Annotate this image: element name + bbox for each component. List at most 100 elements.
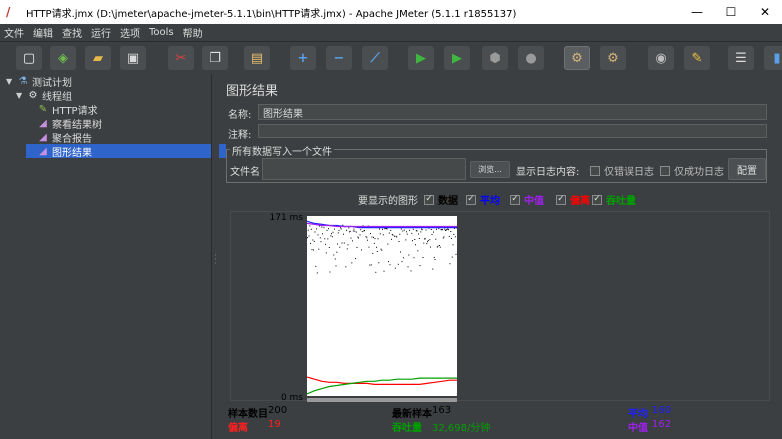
templates-button[interactable]: ◈ [50, 46, 76, 70]
checkmark-icon[interactable]: ✓ [424, 194, 434, 205]
show-median-label: 中值 [524, 196, 544, 207]
help-button[interactable]: ▮ [764, 46, 782, 70]
data-point [357, 236, 359, 238]
errors-only-box[interactable] [590, 165, 600, 176]
chart-icon: ◢ [39, 145, 47, 157]
filename-input[interactable] [262, 158, 466, 180]
data-point [420, 231, 422, 233]
maximize-button[interactable]: ☐ [714, 0, 748, 24]
close-button[interactable]: ✕ [748, 0, 782, 24]
data-point [321, 226, 323, 228]
y-max-label: 171 ms [270, 213, 304, 223]
menu-search[interactable]: 查找 [62, 25, 82, 40]
data-point [429, 239, 431, 241]
tree-node[interactable]: ✎ HTTP请求 [26, 102, 98, 117]
data-point [340, 228, 342, 230]
expand-arrow-icon[interactable]: ▼ [6, 77, 16, 86]
tree-node[interactable]: ◢ 图形结果 [26, 144, 226, 159]
success-only-box[interactable] [660, 165, 670, 176]
graph-scrollbar[interactable] [307, 398, 457, 402]
data-point [433, 231, 434, 233]
start-no-pauses-button[interactable]: ▶ [444, 46, 470, 70]
tree-node[interactable]: ▼ ⚗ 测试计划 [6, 74, 72, 89]
configure-button[interactable]: 配置 [728, 158, 766, 180]
browse-button[interactable]: 浏览... [470, 161, 510, 178]
tree-node-label: 线程组 [42, 91, 72, 103]
tree-node[interactable]: ▼ ⚙ 线程组 [16, 88, 72, 103]
collapse-button[interactable]: − [326, 46, 352, 70]
minimize-button[interactable]: — [680, 0, 714, 24]
tree-node[interactable]: ◢ 聚合报告 [26, 130, 92, 145]
data-point [367, 239, 368, 241]
checkmark-icon[interactable]: ✓ [510, 194, 520, 205]
data-point [432, 268, 434, 270]
clear-all-button[interactable]: ⚙ [600, 46, 626, 70]
data-point [397, 263, 399, 265]
shutdown-button[interactable]: ● [518, 46, 544, 70]
menu-help[interactable]: 帮助 [183, 25, 203, 40]
name-input[interactable] [258, 104, 767, 120]
menu-bar: 文件 编辑 查找 运行 选项 Tools 帮助 [0, 24, 782, 40]
new-button[interactable]: ▢ [16, 46, 42, 70]
clear-button[interactable]: ⚙ [564, 46, 590, 70]
cut-button[interactable]: ✂ [168, 46, 194, 70]
tree-node[interactable]: ◢ 察看结果树 [26, 116, 102, 131]
checkmark-icon[interactable]: ✓ [466, 194, 476, 205]
copy-button[interactable]: ❐ [202, 46, 228, 70]
menu-options[interactable]: 选项 [120, 25, 140, 40]
menu-run[interactable]: 运行 [91, 25, 111, 40]
data-point [379, 228, 380, 230]
show-median-checkbox[interactable]: ✓ 中值 [510, 192, 544, 207]
data-point [402, 230, 404, 232]
data-point [351, 262, 353, 264]
menu-tools[interactable]: Tools [149, 27, 174, 38]
graph-results-panel: 图形结果 名称: 注释: 所有数据写入一个文件 文件名 浏览... 显示日志内容… [220, 74, 780, 439]
errors-only-checkbox[interactable]: 仅错误日志 [590, 163, 654, 178]
success-only-checkbox[interactable]: 仅成功日志 [660, 163, 724, 178]
split-pane-divider[interactable]: · · · [211, 74, 219, 439]
search-button[interactable]: ◉ [648, 46, 674, 70]
checkmark-icon[interactable]: ✓ [556, 194, 566, 205]
data-point [403, 229, 405, 231]
window-title: HTTP请求.jmx (D:\jmeter\apache-jmeter-5.1.… [26, 8, 517, 20]
data-point [451, 256, 453, 258]
data-point [337, 232, 339, 234]
data-point [407, 266, 409, 268]
plot-background [307, 216, 457, 396]
data-point [346, 248, 348, 250]
stop-button[interactable]: ⬢ [482, 46, 508, 70]
data-point [372, 252, 374, 254]
name-label: 名称: [228, 110, 252, 121]
data-point [382, 228, 383, 230]
show-data-checkbox[interactable]: ✓ 数据 [424, 192, 458, 207]
show-deviation-checkbox[interactable]: ✓ 偏离 [556, 192, 590, 207]
menu-edit[interactable]: 编辑 [33, 25, 53, 40]
data-point [414, 239, 416, 240]
data-point [419, 265, 421, 267]
data-point [382, 234, 384, 236]
checkmark-icon[interactable]: ✓ [592, 194, 602, 205]
reset-search-button[interactable]: ✎ [684, 46, 710, 70]
comment-input[interactable] [258, 124, 767, 138]
data-point [371, 236, 373, 238]
show-average-checkbox[interactable]: ✓ 平均 [466, 192, 500, 207]
success-only-label: 仅成功日志 [674, 167, 724, 178]
data-point [316, 228, 317, 230]
open-button[interactable]: ▰ [85, 46, 111, 70]
start-button[interactable]: ▶ [408, 46, 434, 70]
data-point [412, 228, 414, 230]
graph-area: 171 ms 0 ms [230, 211, 770, 402]
toggle-button[interactable]: ⟋ [362, 46, 388, 70]
paste-button[interactable]: ▤ [244, 46, 270, 70]
menu-file[interactable]: 文件 [4, 25, 24, 40]
title-bar: / HTTP请求.jmx (D:\jmeter\apache-jmeter-5.… [0, 0, 782, 24]
data-point [326, 229, 328, 231]
data-point [334, 258, 336, 260]
data-point [376, 246, 377, 248]
data-point [328, 247, 330, 248]
function-helper-button[interactable]: ☰ [728, 46, 754, 70]
expand-button[interactable]: + [290, 46, 316, 70]
show-throughput-checkbox[interactable]: ✓ 吞吐量 [592, 192, 636, 207]
expand-arrow-icon[interactable]: ▼ [16, 91, 26, 100]
save-button[interactable]: ▣ [120, 46, 146, 70]
